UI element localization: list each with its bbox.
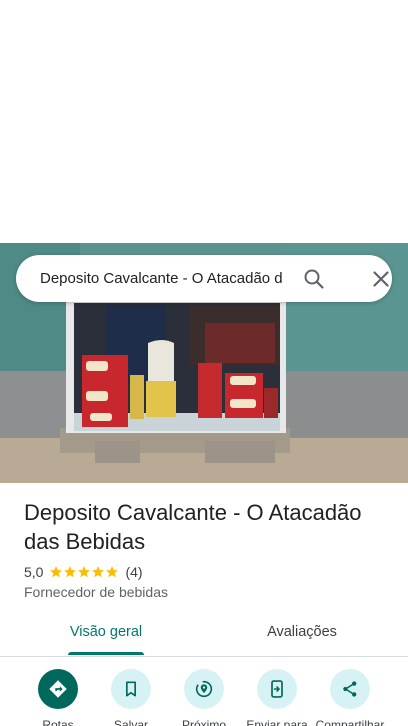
tab-overview[interactable]: Visão geral [56,612,156,655]
star-icon [92,566,105,578]
star-icon [50,566,63,578]
tab-reviews-label: Avaliações [267,624,337,640]
place-title: Deposito Cavalcante - O Atacadão das Beb… [24,500,362,554]
tab-selected-indicator [68,652,144,655]
directions-label: Rotas [42,718,74,726]
share-button-circle [330,669,370,709]
send-to-phone-label: Enviar para [246,718,308,726]
directions-icon [49,680,67,698]
tab-bar: Visão geral Avaliações [0,612,408,657]
star-rating [49,565,119,579]
tab-overview-label: Visão geral [69,624,143,640]
save-button[interactable]: Salvar [91,669,171,726]
bookmark-icon [126,681,136,697]
star-icon [64,566,77,578]
share-icon [343,681,357,697]
map-area[interactable] [0,0,408,243]
send-to-phone-button[interactable]: Enviar para [237,669,317,726]
nearby-icon [195,680,213,698]
search-query[interactable]: Deposito Cavalcante - O Atacadão d [40,255,286,302]
nearby-button-circle [184,669,224,709]
search-bar[interactable]: Deposito Cavalcante - O Atacadão d [16,255,392,302]
place-category: Fornecedor de bebidas [24,584,168,600]
tab-reviews[interactable]: Avaliações [248,612,356,655]
share-label: Compartilhar [315,718,385,726]
save-label: Salvar [113,718,148,726]
rating-value: 5,0 [24,564,44,580]
star-icon [78,566,91,578]
close-icon[interactable] [369,267,393,291]
search-icon[interactable] [302,267,326,291]
directions-button-circle [38,669,78,709]
review-count[interactable]: (4) [125,564,142,580]
send-to-phone-button-circle [257,669,297,709]
action-bar: Rotas Salvar Próximo Enviar para Compart… [0,657,408,726]
share-button[interactable]: Compartilhar [310,669,390,726]
star-icon [106,566,119,578]
save-button-circle [111,669,151,709]
nearby-button[interactable]: Próximo [164,669,244,726]
nearby-label: Próximo [181,718,226,726]
rating-row[interactable]: 5,0 (4) [24,563,143,581]
send-to-phone-icon [271,680,283,698]
directions-button[interactable]: Rotas [18,669,98,726]
